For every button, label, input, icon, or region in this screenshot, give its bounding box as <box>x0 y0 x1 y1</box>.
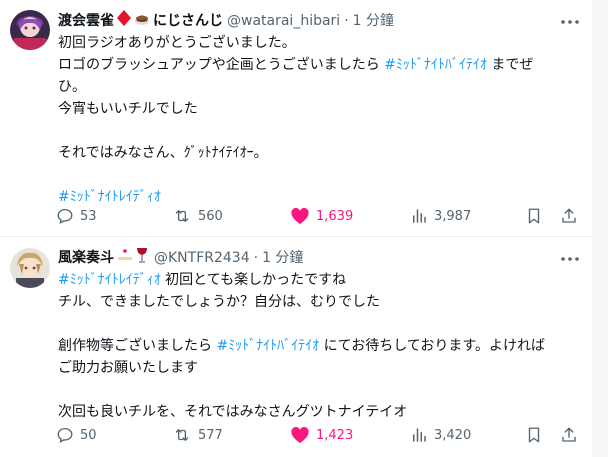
text-run: チル、できましたでしょうか？自分は、むりでした <box>58 294 380 310</box>
text-run: にてお待ちしております。よければ <box>319 338 545 354</box>
scrollbar[interactable] <box>592 0 608 457</box>
tweet-text: 初回ラジオありがとうございました。 ロゴのブラッシュアップや企画とうございました… <box>58 32 578 208</box>
tweet-header: 風楽奏斗 @KNTFR2434 · 1 分鐘 <box>58 247 303 269</box>
avatar[interactable] <box>10 248 50 288</box>
views-chart-icon <box>413 209 426 223</box>
retweet-count: 577 <box>198 427 223 443</box>
text-run: 今宵もいいチルでした <box>58 101 198 117</box>
heart-filled-icon <box>291 207 309 225</box>
text-run: までぜ <box>486 57 534 73</box>
retweet-count: 560 <box>198 208 223 224</box>
hashtag-link[interactable]: #ﾐｯﾄﾞﾅｲﾄﾊﾞｲﾃｲｵ <box>216 338 319 354</box>
tweet-card[interactable]: 渡会雲雀 にじさんじ @watarai_hibari · 1 分鐘 初回ラジオあ… <box>0 0 592 236</box>
diamond-emoji-icon <box>117 10 131 32</box>
bookmark-icon <box>528 208 540 224</box>
text-run: ロゴのブラッシュアップや企画とうございましたら <box>58 57 385 73</box>
more-options-icon[interactable] <box>560 249 580 269</box>
views-chart-icon <box>413 428 426 442</box>
retweet-button[interactable]: 577 <box>172 425 223 445</box>
tweet-line: #ﾐｯﾄﾞﾅｲﾄﾚｲﾃﾞｨｵ <box>58 186 578 208</box>
timestamp[interactable]: 1 分鐘 <box>353 11 394 31</box>
text-run: ひ。 <box>58 79 86 95</box>
reply-count: 53 <box>80 208 97 224</box>
text-run: 初回ラジオありがとうございました。 <box>58 35 296 51</box>
views-button[interactable]: 3,987 <box>410 206 471 226</box>
separator-dot: · <box>253 250 259 266</box>
timestamp[interactable]: 1 分鐘 <box>262 248 303 268</box>
like-count: 1,639 <box>316 208 354 224</box>
like-count: 1,423 <box>316 427 354 443</box>
tweet-line: #ﾐｯﾄﾞﾅｲﾄﾚｲﾃﾞｨｵ 初回とても楽しかったですね <box>58 269 578 291</box>
display-name[interactable]: 風楽奏斗 <box>58 248 114 268</box>
reply-button[interactable]: 53 <box>56 206 97 226</box>
view-count: 3,420 <box>434 427 472 443</box>
text-run: 初回とても楽しかったですね <box>160 272 347 288</box>
text-run: それではみなさん、ｸﾞｯﾄﾅｲﾃｲｵｰ。 <box>58 145 268 161</box>
tweet-line: 初回ラジオありがとうございました。 <box>58 32 578 54</box>
tweet-actions: 53 560 1,639 3,987 <box>56 206 586 226</box>
share-button[interactable] <box>560 425 578 445</box>
text-run: ご助力お願いたします <box>58 360 198 376</box>
share-icon <box>562 427 576 442</box>
views-button[interactable]: 3,420 <box>410 425 471 445</box>
tweet-line <box>58 313 578 335</box>
like-button[interactable]: 1,639 <box>290 206 353 226</box>
tweet-line: 創作物等ございましたら #ﾐｯﾄﾞﾅｲﾄﾊﾞｲﾃｲｵ にてお待ちしております。よ… <box>58 335 578 357</box>
tweet-line <box>58 379 578 401</box>
like-button[interactable]: 1,423 <box>290 425 353 445</box>
tweet-line: チル、できましたでしょうか？自分は、むりでした <box>58 291 578 313</box>
tweet-header: 渡会雲雀 にじさんじ @watarai_hibari · 1 分鐘 <box>58 10 394 32</box>
separator-dot: · <box>344 13 349 29</box>
tweet-actions: 50 577 1,423 3,420 <box>56 425 586 445</box>
bookmark-button[interactable] <box>526 425 542 445</box>
retweet-button[interactable]: 560 <box>172 206 223 226</box>
tweet-line: ロゴのブラッシュアップや企画とうございましたら #ﾐｯﾄﾞﾅｲﾄﾊﾞｲﾃｲｵ ま… <box>58 54 578 76</box>
tweet-line: それではみなさん、ｸﾞｯﾄﾅｲﾃｲｵｰ。 <box>58 142 578 164</box>
bookmark-icon <box>528 427 540 443</box>
tweet-line <box>58 164 578 186</box>
more-options-icon[interactable] <box>560 12 580 32</box>
view-count: 3,987 <box>434 208 472 224</box>
text-run: 次回も良いチルを、それではみなさんグツトナイテイオ <box>58 404 408 420</box>
tweet-line <box>58 120 578 142</box>
display-name[interactable]: 渡会雲雀 <box>58 11 114 31</box>
timeline-feed: 渡会雲雀 にじさんじ @watarai_hibari · 1 分鐘 初回ラジオあ… <box>0 0 608 457</box>
tweet-line: ご助力お願いたします <box>58 357 578 379</box>
org-name[interactable]: にじさんじ <box>153 11 223 31</box>
cup-emoji-icon <box>134 10 150 32</box>
text-run: 創作物等ございましたら <box>58 338 217 354</box>
tweet-line: 今宵もいいチルでした <box>58 98 578 120</box>
user-handle[interactable]: @KNTFR2434 <box>154 248 250 268</box>
reply-count: 50 <box>80 427 97 443</box>
cake-emoji-icon <box>117 247 133 269</box>
retweet-icon <box>175 210 189 222</box>
hashtag-link[interactable]: #ﾐｯﾄﾞﾅｲﾄﾊﾞｲﾃｲｵ <box>384 57 487 73</box>
heart-filled-icon <box>291 426 309 444</box>
share-icon <box>562 208 576 223</box>
user-handle[interactable]: @watarai_hibari <box>227 11 340 31</box>
reply-icon <box>57 427 73 444</box>
reply-button[interactable]: 50 <box>56 425 97 445</box>
hashtag-link[interactable]: #ﾐｯﾄﾞﾅｲﾄﾚｲﾃﾞｨｵ <box>58 272 161 288</box>
retweet-icon <box>175 429 189 441</box>
reply-icon <box>57 208 73 225</box>
tweet-line: ひ。 <box>58 76 578 98</box>
tweet-text: #ﾐｯﾄﾞﾅｲﾄﾚｲﾃﾞｨｵ 初回とても楽しかったですね チル、できましたでしょ… <box>58 269 578 423</box>
hashtag-link[interactable]: #ﾐｯﾄﾞﾅｲﾄﾚｲﾃﾞｨｵ <box>58 189 161 205</box>
share-button[interactable] <box>560 206 578 226</box>
wine-glass-emoji-icon <box>136 247 148 269</box>
avatar[interactable] <box>10 10 50 50</box>
bookmark-button[interactable] <box>526 206 542 226</box>
tweet-line: 次回も良いチルを、それではみなさんグツトナイテイオ <box>58 401 578 423</box>
tweet-card[interactable]: 風楽奏斗 @KNTFR2434 · 1 分鐘 #ﾐｯﾄﾞﾅｲﾄﾚｲﾃﾞｨｵ 初回… <box>0 237 592 457</box>
